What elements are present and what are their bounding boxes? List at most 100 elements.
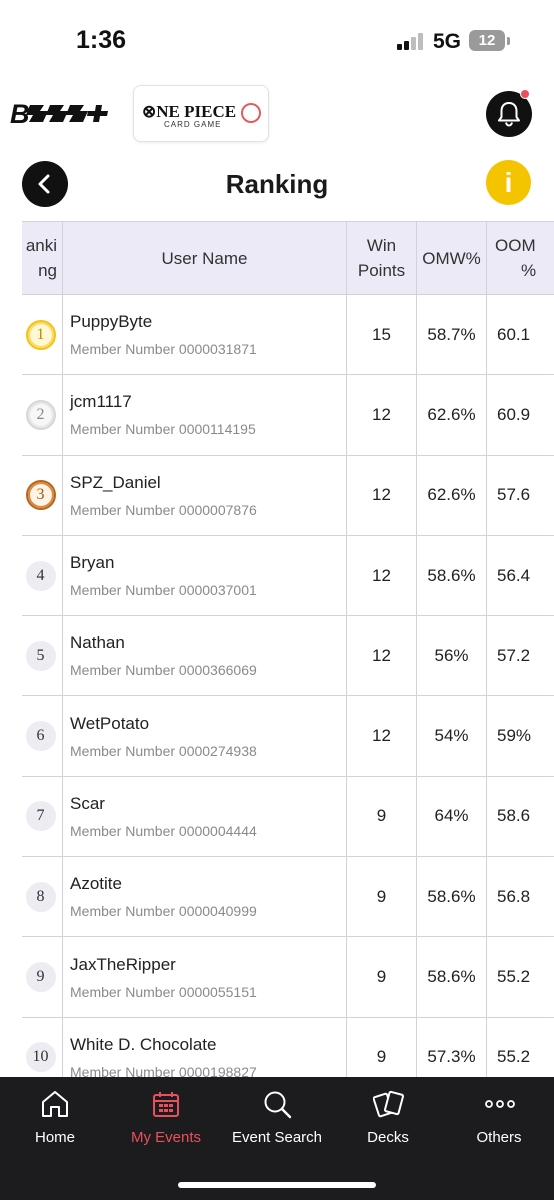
oomw-cell: 60.9 [486,374,554,456]
rank-number: 4 [36,566,45,584]
ranking-table-scroll[interactable]: anki ng User Name Win Points OMW% OOM % … [22,221,554,1077]
notification-badge [520,89,530,99]
bell-icon [498,102,520,127]
info-button[interactable]: i [486,160,531,205]
member-number: Member Number 0000366069 [70,662,257,679]
rank-cell: 4 [22,534,63,617]
player-name[interactable]: PuppyByte [70,312,346,332]
user-cell[interactable]: Nathan Member Number 0000366069 [62,615,347,697]
column-header-win-line2: Points [357,261,406,280]
ranking-row[interactable]: 1 PuppyByte Member Number 0000031871 15 58.7… [22,293,554,376]
rank-medal-icon: 4 [25,560,56,591]
ranking-row[interactable]: 2 jcm1117 Member Number 0000114195 12 62.6% 6… [22,374,554,456]
member-number: Member Number 0000040999 [70,903,257,920]
user-cell[interactable]: Azotite Member Number 0000040999 [62,856,347,938]
cards-icon [373,1090,405,1118]
ranking-table: anki ng User Name Win Points OMW% OOM % … [22,221,554,1077]
player-name[interactable]: Bryan [70,553,346,573]
rank-medal-icon: 2 [25,399,56,430]
ranking-row[interactable]: 7 Scar Member Number 0000004444 9 64% 58.6 [22,775,554,858]
player-name[interactable]: JaxTheRipper [70,955,346,975]
nav-my-events[interactable]: My Events [111,1077,221,1167]
user-cell[interactable]: WetPotato Member Number 0000274938 [62,695,347,777]
home-icon [42,1091,68,1117]
column-header-user-name[interactable]: User Name [62,221,347,295]
nav-decks-label: Decks [367,1129,409,1146]
player-name[interactable]: Azotite [70,874,346,894]
nav-decks[interactable]: Decks [333,1077,443,1167]
ranking-row[interactable]: 8 Azotite Member Number 0000040999 9 58.6% 56… [22,856,554,938]
nav-others[interactable]: Others [444,1077,554,1167]
omw-cell: 64% [416,775,487,858]
win-points-cell: 9 [346,1016,417,1077]
oomw-cell: 58.6 [486,775,554,858]
ranking-row[interactable]: 4 Bryan Member Number 0000037001 12 58.6% 56.… [22,534,554,617]
refresh-ring-icon [241,103,261,123]
oomw-cell: 57.6 [486,454,554,536]
column-header-omw[interactable]: OMW% [416,221,487,295]
player-name[interactable]: WetPotato [70,714,346,734]
bandai-tcg-plus-logo[interactable]: B [10,98,112,135]
win-points-cell: 12 [346,695,417,777]
rank-cell: 9 [22,936,63,1018]
omw-cell: 56% [416,615,487,697]
battery-tip [507,37,510,45]
rank-cell: 2 [22,374,63,456]
home-indicator[interactable] [178,1182,376,1188]
ranking-row[interactable]: 3 SPZ_Daniel Member Number 0000007876 12 62.… [22,454,554,536]
player-name[interactable]: SPZ_Daniel [70,473,346,493]
nav-event-search[interactable]: Event Search [222,1077,332,1167]
rank-cell: 1 [22,293,63,376]
player-name[interactable]: Nathan [70,633,346,653]
user-cell[interactable]: JaxTheRipper Member Number 0000055151 [62,936,347,1018]
column-header-oomw[interactable]: OOM % [486,221,554,295]
column-header-ranking[interactable]: anki ng [22,221,63,295]
ranking-table-body: 1 PuppyByte Member Number 0000031871 15 58.7… [22,293,554,1077]
omw-cell: 58.7% [416,293,487,376]
rank-number: 6 [36,727,45,745]
user-cell[interactable]: SPZ_Daniel Member Number 0000007876 [62,454,347,536]
user-cell[interactable]: Bryan Member Number 0000037001 [62,534,347,617]
oomw-cell: 60.1 [486,293,554,376]
signal-icon [397,32,425,50]
member-number: Member Number 0000004444 [70,822,257,839]
rank-medal-icon: 1 [25,319,56,350]
battery-level: 12 [478,32,496,49]
rank-cell: 7 [22,775,63,858]
network-type: 5G [433,30,462,53]
rank-number: 10 [32,1048,49,1066]
ranking-row[interactable]: 5 Nathan Member Number 0000366069 12 56% 57.2 [22,615,554,697]
player-name[interactable]: jcm1117 [70,392,346,412]
ranking-row[interactable]: 6 WetPotato Member Number 0000274938 12 54% 5… [22,695,554,777]
user-cell[interactable]: PuppyByte Member Number 0000031871 [62,293,347,376]
member-number: Member Number 0000007876 [70,501,257,518]
ranking-row[interactable]: 10 White D. Chocolate Member Number 000019… [22,1016,554,1077]
player-name[interactable]: White D. Chocolate [70,1035,346,1055]
member-number: Member Number 0000274938 [70,742,257,759]
win-points-cell: 9 [346,936,417,1018]
column-header-user-name-label: User Name [161,248,248,268]
column-header-win-line1: Win [366,236,397,255]
oomw-cell: 55.2 [486,1016,554,1077]
ranking-row[interactable]: 9 JaxTheRipper Member Number 0000055151 9 58… [22,936,554,1018]
app-header: B ⊗NE PIECE CARD GAME [0,84,554,146]
nav-home[interactable]: Home [0,1077,110,1167]
rank-number: 1 [36,325,45,343]
one-piece-card-game-logo[interactable]: ⊗NE PIECE CARD GAME [133,85,269,142]
user-cell[interactable]: White D. Chocolate Member Number 00001988… [62,1016,347,1077]
member-number: Member Number 0000198827 [70,1063,257,1077]
column-header-ranking-line2: ng [38,261,57,280]
column-header-oomw-line1: OOM [495,236,536,255]
omw-cell: 54% [416,695,487,777]
rank-number: 7 [36,807,45,825]
column-header-win-points[interactable]: Win Points [346,221,417,295]
rank-number: 5 [36,646,45,664]
user-cell[interactable]: Scar Member Number 0000004444 [62,775,347,858]
rank-medal-icon: 8 [25,881,56,912]
calendar-icon [153,1092,179,1117]
player-name[interactable]: Scar [70,794,346,814]
nav-my-events-label: My Events [130,1129,202,1146]
oomw-cell: 56.8 [486,856,554,938]
nav-home-label: Home [34,1129,75,1146]
user-cell[interactable]: jcm1117 Member Number 0000114195 [62,374,347,456]
